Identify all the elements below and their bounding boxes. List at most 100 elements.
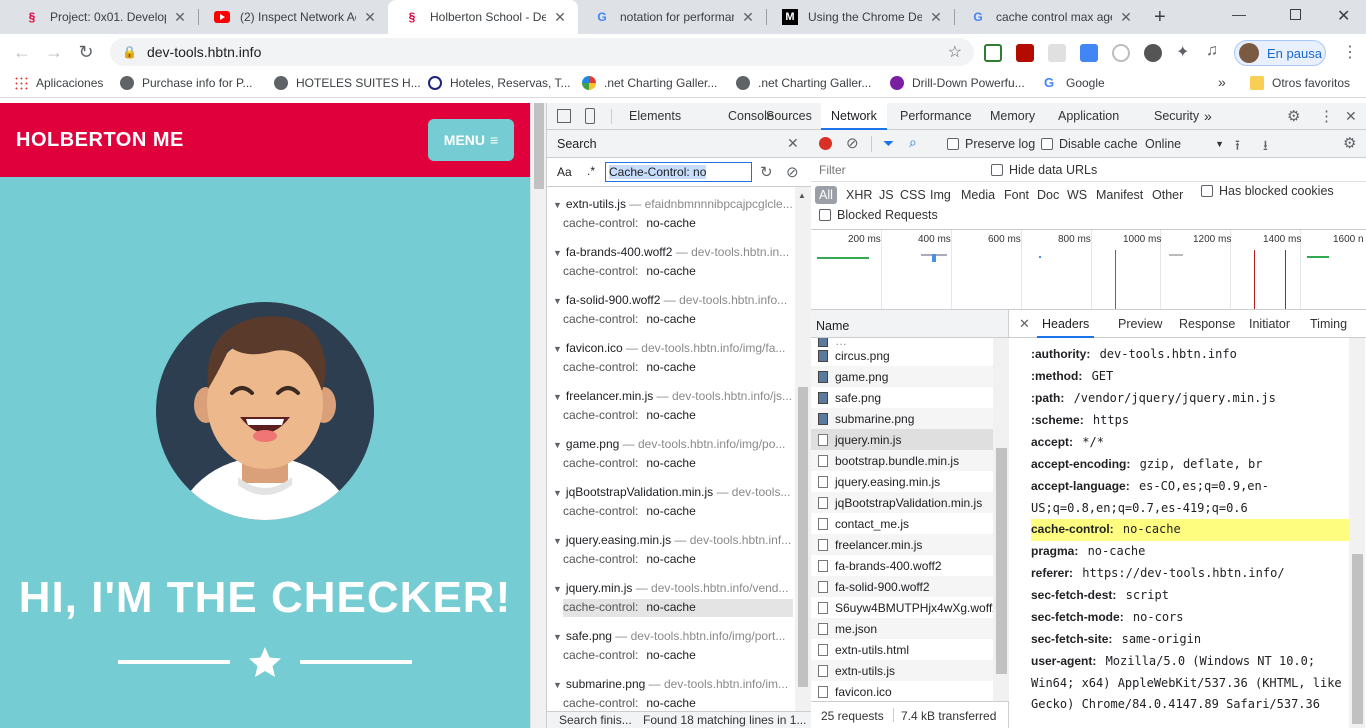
tab-elements[interactable]: Elements [629, 103, 681, 130]
request-list-scroll-thumb[interactable] [996, 448, 1007, 674]
profile-button[interactable]: En pausa [1234, 40, 1326, 66]
has-blocked-cookies-checkbox[interactable]: Has blocked cookies [1201, 177, 1334, 205]
tab-response[interactable]: Response [1179, 310, 1235, 338]
tab-timing[interactable]: Timing [1310, 310, 1347, 338]
extension-icon[interactable] [984, 44, 1002, 62]
tab-sources[interactable]: Sources [766, 103, 812, 130]
request-row[interactable]: freelancer.min.js [811, 534, 993, 555]
close-devtools-icon[interactable]: ✕ [1345, 103, 1357, 130]
close-icon[interactable]: ✕ [552, 9, 568, 26]
headers-scroll-thumb[interactable] [1352, 554, 1363, 724]
close-icon[interactable]: ✕ [928, 9, 944, 26]
search-result[interactable]: ▼ fa-brands-400.woff2 — dev-tools.hbtn.in… [547, 241, 795, 289]
more-bookmarks-icon[interactable]: » [1218, 74, 1226, 90]
close-details-icon[interactable]: ✕ [1019, 310, 1030, 338]
tab-application[interactable]: Application [1058, 103, 1119, 130]
request-row[interactable]: jqBootstrapValidation.min.js [811, 492, 993, 513]
request-row[interactable]: fa-brands-400.woff2 [811, 555, 993, 576]
request-row[interactable]: safe.png [811, 387, 993, 408]
browser-tab[interactable]: (2) Inspect Network Act ✕ [198, 0, 388, 34]
browser-tab[interactable]: M Using the Chrome DevT ✕ [766, 0, 954, 34]
request-row[interactable]: contact_me.js [811, 513, 993, 534]
browser-tab[interactable]: G cache control max age ✕ [954, 0, 1144, 34]
throttling-select[interactable]: Online ▼ [1145, 130, 1224, 158]
chrome-menu-icon[interactable]: ⋮ [1342, 42, 1358, 62]
extension-icon[interactable] [1144, 44, 1162, 62]
menu-button[interactable]: MENU ≡ [428, 119, 514, 161]
address-bar[interactable]: 🔒 dev-tools.hbtn.info ☆ [110, 38, 974, 66]
extension-icon[interactable] [1112, 44, 1130, 62]
close-icon[interactable]: ✕ [362, 9, 378, 26]
forward-button[interactable]: → [42, 40, 66, 64]
search-result[interactable]: ▼ game.png — dev-tools.hbtn.info/img/po..… [547, 433, 795, 481]
filter-input[interactable]: Filter [815, 161, 979, 179]
type-filter-media[interactable]: Media [961, 186, 995, 204]
browser-tab[interactable]: § Project: 0x01. Develope ✕ [8, 0, 198, 34]
network-settings-gear-icon[interactable]: ⚙ [1343, 134, 1356, 152]
maximize-button[interactable] [1290, 9, 1301, 20]
page-scrollbar[interactable] [530, 103, 546, 728]
bookmark-item[interactable]: HOTELES SUITES H... [274, 76, 421, 90]
type-filter-ws[interactable]: WS [1067, 186, 1087, 204]
match-case-toggle[interactable]: Aa [557, 165, 572, 179]
back-button[interactable]: ← [10, 40, 34, 64]
regex-toggle[interactable]: .* [587, 164, 595, 178]
close-search-icon[interactable]: ✕ [787, 135, 799, 152]
bookmark-item[interactable]: .net Charting Galler... [582, 76, 717, 90]
bookmark-item[interactable]: Hoteles, Reservas, T... [428, 76, 571, 90]
bookmark-apps[interactable]: Aplicaciones [14, 76, 103, 90]
request-row[interactable]: game.png [811, 366, 993, 387]
request-row[interactable]: me.json [811, 618, 993, 639]
more-options-icon[interactable]: ⋮ [1319, 103, 1334, 130]
new-tab-button[interactable]: + [1154, 6, 1166, 29]
search-result[interactable]: ▼ safe.png — dev-tools.hbtn.info/img/port… [547, 625, 795, 673]
device-toolbar-icon[interactable] [585, 108, 595, 124]
hide-data-urls-checkbox[interactable]: Hide data URLs [991, 156, 1097, 184]
type-filter-other[interactable]: Other [1152, 186, 1183, 204]
settings-gear-icon[interactable]: ⚙ [1287, 103, 1300, 130]
puzzle-icon[interactable]: ✦ [1176, 42, 1194, 61]
request-row[interactable]: extn-utils.js [811, 660, 993, 681]
export-har-icon[interactable]: ⭳ [1263, 135, 1268, 159]
tab-initiator[interactable]: Initiator [1249, 310, 1290, 338]
preserve-log-checkbox[interactable]: Preserve log [947, 130, 1035, 158]
browser-tab[interactable]: G notation for performanc ✕ [578, 0, 766, 34]
bookmark-item[interactable]: G Google [1044, 76, 1105, 91]
request-row[interactable]: S6uyw4BMUTPHjx4wXg.woff2 [811, 597, 993, 618]
search-result[interactable]: ▼ favicon.ico — dev-tools.hbtn.info/img/f… [547, 337, 795, 385]
request-row-selected[interactable]: jquery.min.js [811, 429, 993, 450]
search-result[interactable]: ▼ fa-solid-900.woff2 — dev-tools.hbtn.inf… [547, 289, 795, 337]
request-row[interactable]: circus.png [811, 345, 993, 366]
tab-security[interactable]: Security [1154, 103, 1199, 130]
tab-preview[interactable]: Preview [1118, 310, 1162, 338]
bookmark-item[interactable]: Purchase info for P... [120, 76, 253, 90]
star-icon[interactable]: ☆ [948, 42, 962, 62]
reload-button[interactable]: ↻ [74, 40, 98, 64]
site-brand[interactable]: HOLBERTON ME [16, 129, 184, 152]
search-result-selected[interactable]: ▼ jquery.min.js — dev-tools.hbtn.info/ven… [547, 577, 795, 625]
import-har-icon[interactable]: ⭱ [1235, 135, 1240, 159]
request-row[interactable]: submarine.png [811, 408, 993, 429]
search-result[interactable]: ▼ freelancer.min.js — dev-tools.hbtn.info… [547, 385, 795, 433]
type-filter-font[interactable]: Font [1004, 186, 1029, 204]
name-column-header[interactable]: Name [811, 310, 1009, 338]
browser-tab-active[interactable]: § Holberton School - Dev ✕ [388, 0, 578, 34]
bookmark-item[interactable]: Drill-Down Powerfu... [890, 76, 1025, 90]
type-filter-doc[interactable]: Doc [1037, 186, 1059, 204]
pdf-extension-icon[interactable] [1016, 44, 1034, 62]
tab-headers[interactable]: Headers [1037, 310, 1095, 338]
request-row[interactable]: bootstrap.bundle.min.js [811, 450, 993, 471]
search-result[interactable]: ▼ submarine.png — dev-tools.hbtn.info/im.… [547, 673, 795, 714]
refresh-icon[interactable]: ↻ [760, 163, 773, 181]
bookmark-item[interactable]: .net Charting Galler... [736, 76, 871, 90]
network-overview-timeline[interactable]: 200 ms 400 ms 600 ms 800 ms 1000 ms 1200… [811, 230, 1366, 310]
disable-cache-checkbox[interactable]: Disable cache [1041, 130, 1138, 158]
minimize-button[interactable]: — [1232, 6, 1246, 22]
clear-log-icon[interactable]: ⊘ [846, 134, 859, 152]
filter-icon[interactable]: ⏷ [883, 135, 894, 152]
close-icon[interactable]: ✕ [172, 9, 188, 26]
extension-icon[interactable] [1048, 44, 1066, 62]
request-row[interactable]: fa-solid-900.woff2 [811, 576, 993, 597]
inspect-icon[interactable] [557, 109, 571, 123]
type-filter-manifest[interactable]: Manifest [1096, 186, 1143, 204]
